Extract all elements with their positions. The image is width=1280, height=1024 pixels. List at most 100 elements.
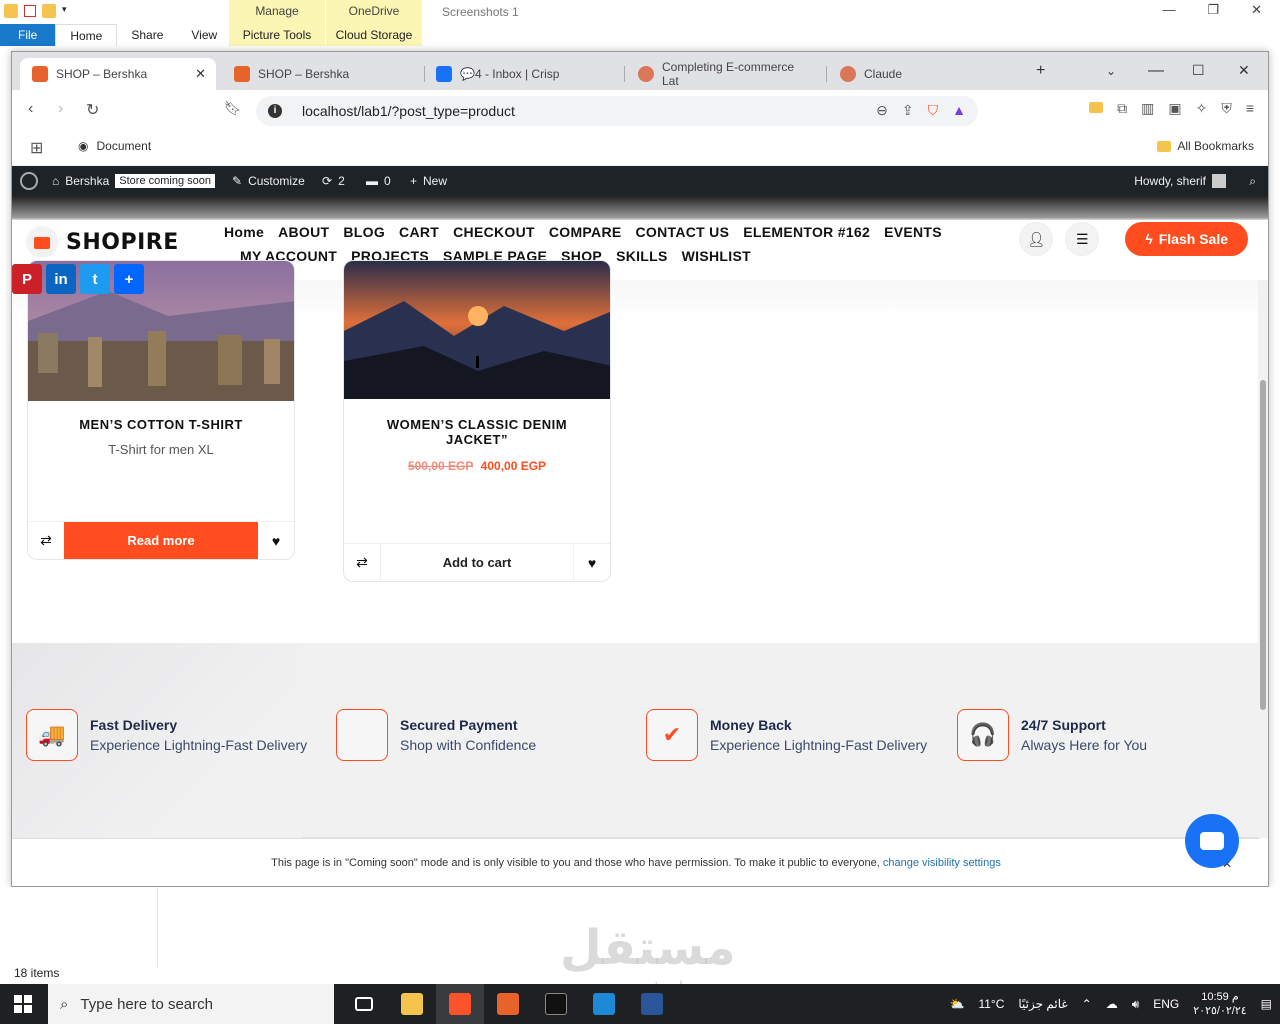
chat-widget-button[interactable] [1185, 814, 1239, 868]
bookmark-document[interactable]: ◉ Document [78, 139, 151, 153]
tab-cloud-storage[interactable]: Cloud Storage [326, 28, 422, 42]
store-status-badge[interactable]: Store coming soon [115, 174, 215, 188]
menu-item[interactable]: CHECKOUT [453, 224, 535, 240]
tab-search-icon[interactable]: ⌄ [1106, 64, 1116, 78]
maximize-icon[interactable]: ☐ [1192, 62, 1205, 79]
sidebar-icon[interactable]: ▥ [1141, 100, 1154, 117]
change-visibility-link[interactable]: change visibility settings [883, 857, 1001, 869]
wishlist-heart-icon[interactable]: ♥ [574, 544, 610, 581]
menu-item[interactable]: BLOG [343, 224, 385, 240]
task-view-icon[interactable] [340, 984, 388, 1024]
browser-tab[interactable]: SHOP – Bershka [222, 58, 422, 90]
brave-shield-icon[interactable]: ⛉ [928, 102, 939, 119]
linkedin-share-icon[interactable]: in [46, 264, 76, 294]
windows-start-icon[interactable] [14, 995, 32, 1013]
menu-item[interactable]: CART [399, 224, 439, 240]
brave-browser-icon[interactable] [436, 984, 484, 1024]
weather-icon[interactable]: ⛅ [950, 997, 965, 1011]
address-bar[interactable]: i localhost/lab1/?post_type=product ⊖ ⇪ … [256, 96, 978, 126]
tab-picture-tools[interactable]: Picture Tools [229, 28, 325, 42]
product-image-mountain[interactable] [344, 261, 610, 399]
tab-home[interactable]: Home [55, 24, 118, 46]
folder-icon[interactable] [1089, 102, 1104, 113]
product-title[interactable]: MEN’S COTTON T-SHIRT [38, 417, 284, 432]
brave-rewards-icon[interactable]: ▲ [952, 102, 966, 119]
xampp-icon[interactable] [484, 984, 532, 1024]
apps-grid-icon[interactable]: ⊞ [30, 138, 43, 158]
context-tab-picture-tools[interactable]: Manage Picture Tools [229, 0, 325, 46]
site-info-icon[interactable]: i [268, 104, 282, 118]
wordpress-logo-icon[interactable] [20, 172, 38, 190]
browser-tab[interactable]: Claude [828, 58, 1018, 90]
taskbar-search[interactable]: ⌕ Type here to search [48, 984, 334, 1024]
menu-item[interactable]: Home [224, 224, 264, 240]
menu-item[interactable]: COMPARE [549, 224, 622, 240]
account-icon[interactable]: 👤︎ [1019, 222, 1054, 256]
menu-item[interactable]: ELEMENTOR #162 [743, 224, 870, 240]
page-scrollbar[interactable] [1258, 280, 1268, 838]
menu-item[interactable]: CONTACT US [636, 224, 730, 240]
vscode-icon[interactable] [580, 984, 628, 1024]
wallet-icon[interactable]: ▣ [1168, 100, 1181, 117]
menu-item[interactable]: SKILLS [616, 248, 668, 264]
reload-icon[interactable]: ↻ [86, 100, 99, 120]
tab-file[interactable]: File [0, 24, 56, 46]
file-explorer-icon[interactable] [388, 984, 436, 1024]
qat-dropdown-icon[interactable]: ▾ [62, 4, 76, 18]
volume-icon[interactable]: 🔊︎ [1132, 997, 1140, 1012]
restore-icon[interactable]: ❐ [1207, 2, 1219, 18]
all-bookmarks[interactable]: All Bookmarks [1157, 139, 1254, 153]
close-window-icon[interactable]: ✕ [1238, 62, 1250, 79]
scrollbar-thumb[interactable] [1260, 380, 1266, 710]
menu-item[interactable]: ABOUT [278, 224, 329, 240]
word-icon[interactable] [628, 984, 676, 1024]
extensions-icon[interactable]: ⧉ [1117, 100, 1127, 117]
network-icon[interactable]: ☁ [1106, 997, 1118, 1011]
weather-temp[interactable]: 11°C [978, 997, 1004, 1011]
browser-tab[interactable]: 💬4 - Inbox | Crisp [424, 58, 624, 90]
terminal-icon[interactable] [532, 984, 580, 1024]
compare-icon[interactable]: ⇄ [344, 544, 380, 581]
share-share-icon[interactable]: + [114, 264, 144, 294]
vpn-icon[interactable]: ⛨ [1221, 100, 1232, 117]
admin-search-icon[interactable]: ⌕ [1249, 174, 1256, 189]
hamburger-menu-icon[interactable]: ☰ [1065, 222, 1100, 256]
language-indicator[interactable]: ENG [1153, 997, 1179, 1011]
browser-tab-active[interactable]: SHOP – Bershka ✕ [20, 58, 216, 90]
close-tab-icon[interactable]: ✕ [195, 66, 206, 82]
back-icon[interactable]: ‹ [28, 100, 33, 118]
flash-sale-button[interactable]: ϟ Flash Sale [1125, 222, 1248, 256]
customize-link[interactable]: ✎ Customize [232, 174, 305, 188]
chevron-up-icon[interactable]: ⌃ [1082, 997, 1092, 1011]
wishlist-heart-icon[interactable]: ♥ [258, 522, 294, 559]
add-to-cart-button[interactable]: Add to cart [380, 544, 574, 581]
new-content-link[interactable]: + New [410, 174, 447, 188]
menu-item[interactable]: WISHLIST [682, 248, 751, 264]
url-text[interactable]: localhost/lab1/?post_type=product [302, 103, 515, 119]
menu-item[interactable]: EVENTS [884, 224, 942, 240]
clock[interactable]: 10:59 م ٢٠٢٥/٠٢/٢٤ [1193, 990, 1246, 1018]
context-tab-cloud-storage[interactable]: OneDrive Cloud Storage [326, 0, 422, 46]
comments-link[interactable]: ▬ 0 [366, 174, 391, 188]
updates-link[interactable]: ⟳ 2 [322, 174, 345, 188]
weather-desc[interactable]: غائم جزئيًا [1018, 997, 1067, 1011]
folder-icon[interactable] [4, 4, 18, 18]
twitter-share-icon[interactable]: t [80, 264, 110, 294]
user-menu[interactable]: Howdy, sherif [1134, 174, 1226, 188]
new-folder-icon[interactable] [42, 4, 56, 18]
admin-site-name[interactable]: ⌂ Bershka Store coming soon [52, 174, 215, 188]
properties-icon[interactable] [24, 5, 36, 17]
close-icon[interactable]: ✕ [1251, 2, 1262, 18]
tab-share[interactable]: Share [117, 24, 177, 46]
forward-icon[interactable]: › [58, 100, 63, 118]
read-more-button[interactable]: Read more [64, 522, 258, 559]
compare-icon[interactable]: ⇄ [28, 522, 64, 559]
menu-icon[interactable]: ≡ [1246, 100, 1254, 117]
zoom-icon[interactable]: ⊖ [876, 102, 888, 119]
notifications-icon[interactable]: ▤ [1261, 997, 1272, 1011]
share-icon[interactable]: ⇪ [902, 102, 914, 119]
site-logo[interactable]: SHOPIRE [26, 226, 179, 258]
tab-view[interactable]: View [177, 24, 231, 46]
pinterest-share-icon[interactable]: P [12, 264, 42, 294]
product-title[interactable]: WOMEN’S CLASSIC DENIM JACKET” [354, 417, 600, 447]
